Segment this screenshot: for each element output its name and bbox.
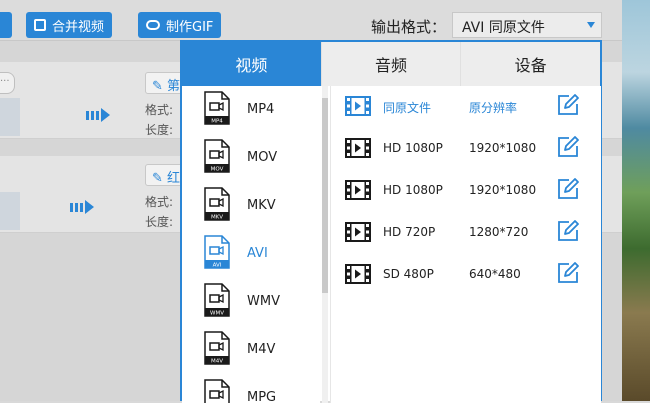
row-tag: ... [0, 72, 15, 94]
preset-item[interactable]: SD 480P 640*480 [331, 254, 601, 296]
preset-name: 同原文件 [383, 101, 432, 115]
svg-text:MOV: MOV [211, 167, 224, 173]
preset-name: HD 1080P [383, 141, 443, 155]
format-item-mkv[interactable]: MKV MKV [182, 182, 320, 230]
format-name: AVI [247, 246, 268, 261]
format-name: MKV [247, 198, 276, 213]
format-list: MP4MP4MOVMOVMKVMKVAVIAVIWMVWMVM4VM4VMPGM… [182, 86, 320, 403]
make-gif-button[interactable]: 制作GIF [138, 12, 222, 38]
tab-video[interactable]: 视频 [182, 42, 321, 86]
video-file-icon: MKV [204, 187, 230, 221]
preset-item[interactable]: HD 720P 1280*720 [331, 212, 601, 254]
preset-item[interactable]: HD 1080P 1920*1080 [331, 170, 601, 212]
video-file-icon: WMV [204, 283, 230, 317]
link-icon [146, 20, 160, 30]
output-format-value: AVI 同原文件 [462, 20, 545, 36]
chevron-down-icon [587, 22, 595, 28]
preset-item[interactable]: 同原文件 原分辨率 [331, 86, 601, 128]
preset-name: HD 1080P [383, 183, 443, 197]
format-name: M4V [247, 342, 276, 357]
scrollbar-thumb[interactable] [322, 98, 328, 293]
format-name: WMV [247, 294, 280, 309]
format-item-m4v[interactable]: M4V M4V [182, 326, 320, 374]
format-item-mp4[interactable]: MP4 MP4 [182, 86, 320, 134]
tab-device[interactable]: 设备 [460, 42, 601, 86]
toolbar: 合并视频 制作GIF 输出格式： AVI 同原文件 [0, 0, 622, 41]
convert-arrow-icon [70, 200, 94, 214]
format-list-scrollbar[interactable] [322, 86, 328, 403]
merge-video-button[interactable]: 合并视频 [26, 12, 113, 38]
output-format-label: 输出格式： [371, 18, 447, 36]
edit-name-button[interactable]: ✎ 红 [145, 164, 185, 186]
edit-icon[interactable] [557, 178, 579, 200]
svg-text:WMV: WMV [210, 311, 224, 317]
edit-name-button[interactable]: ✎ 第 [145, 72, 185, 94]
svg-text:AVI: AVI [213, 263, 222, 269]
film-strip-icon [345, 222, 371, 242]
svg-text:MP4: MP4 [211, 119, 223, 125]
merge-video-label: 合并视频 [52, 19, 105, 35]
output-format-select[interactable]: AVI 同原文件 [452, 12, 602, 38]
svg-text:M4V: M4V [211, 359, 223, 365]
format-item-mov[interactable]: MOV MOV [182, 134, 320, 182]
format-name: MP4 [247, 102, 275, 117]
video-file-icon: M4V [204, 331, 230, 365]
video-file-icon: MOV [204, 139, 230, 173]
film-strip-icon [345, 264, 371, 284]
tab-audio[interactable]: 音频 [320, 42, 461, 86]
format-dropdown-panel: 视频 音频 设备 MP4 MP4 MOV MOV MKV MKV AVI AVI WMV WMV M… [180, 40, 602, 403]
format-name: MPG [247, 390, 277, 403]
format-label: 格式: [145, 195, 174, 209]
film-strip-icon [345, 180, 371, 200]
preset-list: 同原文件 原分辨率 HD 1080P 1920*1080 HD 1080P 1920*10… [330, 86, 601, 403]
toolbar-button-partial[interactable] [0, 12, 12, 38]
convert-arrow-icon [86, 108, 110, 122]
desktop-background-photo [622, 0, 650, 401]
format-item-wmv[interactable]: WMV WMV [182, 278, 320, 326]
preset-resolution: 1920*1080 [469, 141, 537, 155]
format-tabs: 视频 音频 设备 [182, 42, 601, 86]
video-file-icon: MP4 [204, 91, 230, 125]
edit-icon[interactable] [557, 262, 579, 284]
length-label: 长度: [145, 123, 174, 137]
edit-icon[interactable] [557, 94, 579, 116]
video-file-icon: AVI [204, 235, 230, 269]
format-name: MOV [247, 150, 278, 165]
copy-icon [34, 19, 46, 31]
preset-name: HD 720P [383, 225, 436, 239]
row-meta: 格式: 长度: [145, 192, 173, 232]
thumbnail[interactable] [0, 98, 20, 136]
film-strip-icon [345, 96, 371, 116]
edit-icon[interactable] [557, 220, 579, 242]
preset-name: SD 480P [383, 267, 434, 281]
length-label: 长度: [145, 215, 174, 229]
format-item-mpg[interactable]: MPG MPG [182, 374, 320, 403]
svg-text:MKV: MKV [211, 215, 223, 221]
format-item-avi[interactable]: AVI AVI [182, 230, 320, 278]
make-gif-label: 制作GIF [166, 19, 214, 35]
preset-resolution: 原分辨率 [469, 101, 518, 115]
video-file-icon: MPG [204, 379, 230, 403]
thumbnail[interactable] [0, 192, 20, 230]
film-strip-icon [345, 138, 371, 158]
preset-resolution: 1920*1080 [469, 183, 537, 197]
format-label: 格式: [145, 103, 174, 117]
preset-resolution: 1280*720 [469, 225, 529, 239]
preset-resolution: 640*480 [469, 267, 521, 281]
edit-icon[interactable] [557, 136, 579, 158]
row-meta: 格式: 长度: [145, 100, 173, 140]
preset-item[interactable]: HD 1080P 1920*1080 [331, 128, 601, 170]
